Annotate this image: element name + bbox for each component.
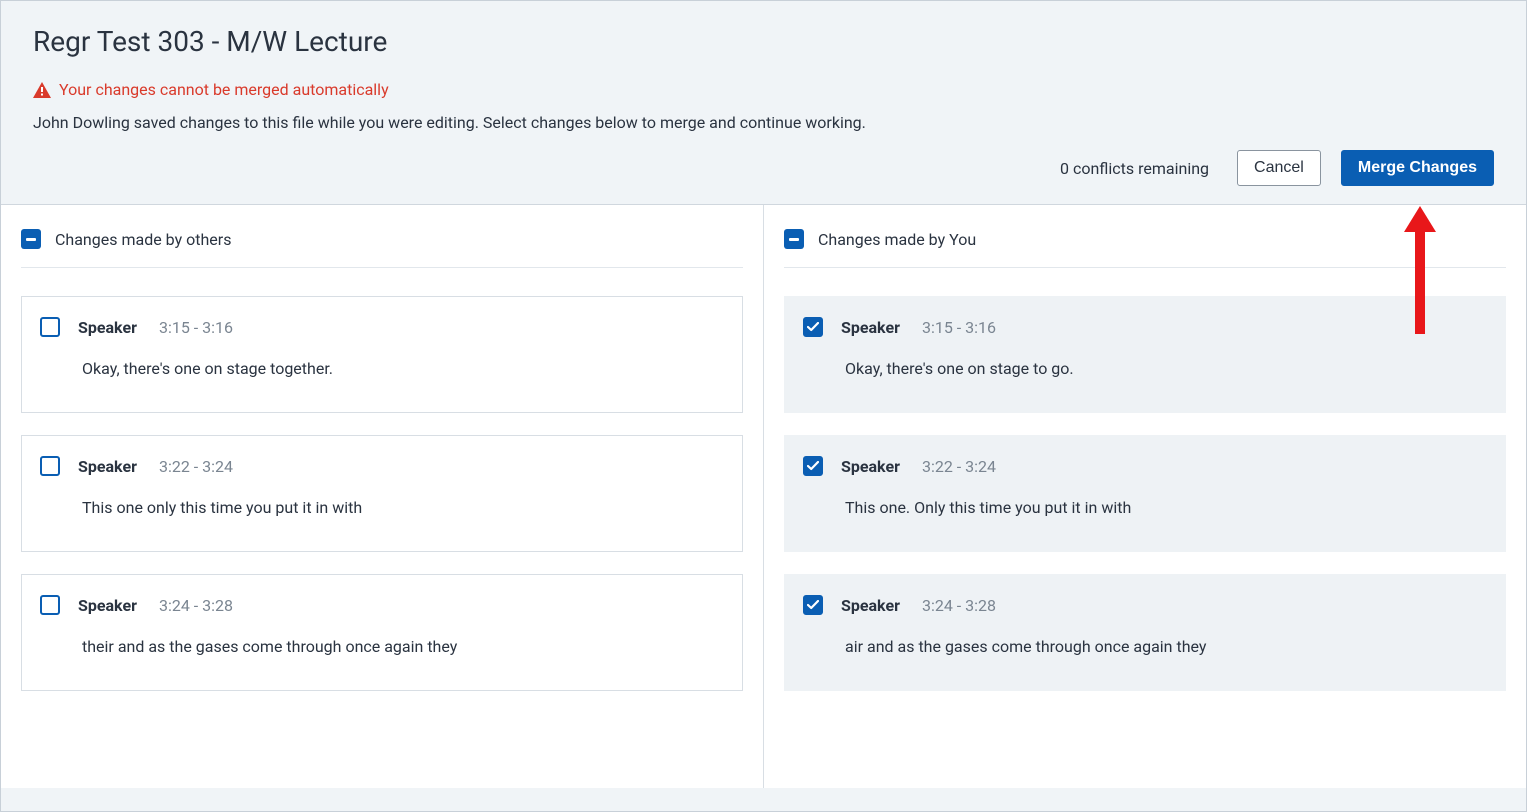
timestamp: 3:22 - 3:24	[922, 457, 996, 476]
timestamp: 3:15 - 3:16	[922, 318, 996, 337]
change-checkbox[interactable]	[803, 317, 823, 337]
change-checkbox[interactable]	[40, 595, 60, 615]
column-others-header: Changes made by others	[21, 229, 743, 268]
select-all-you-checkbox[interactable]	[784, 229, 804, 249]
select-all-others-checkbox[interactable]	[21, 229, 41, 249]
speaker-label: Speaker	[841, 318, 900, 337]
speaker-label: Speaker	[841, 596, 900, 615]
change-card: Speaker 3:22 - 3:24 This one. Only this …	[784, 435, 1506, 552]
column-others-title: Changes made by others	[55, 230, 231, 249]
speaker-label: Speaker	[78, 318, 137, 337]
merge-header: Regr Test 303 - M/W Lecture Your changes…	[1, 1, 1526, 204]
timestamp: 3:22 - 3:24	[159, 457, 233, 476]
timestamp: 3:24 - 3:28	[159, 596, 233, 615]
column-others: Changes made by others Speaker 3:15 - 3:…	[1, 205, 764, 788]
change-text: This one only this time you put it in wi…	[40, 498, 724, 517]
change-text: their and as the gases come through once…	[40, 637, 724, 656]
column-you-header: Changes made by You	[784, 229, 1506, 268]
page-title: Regr Test 303 - M/W Lecture	[33, 25, 1494, 58]
change-text: This one. Only this time you put it in w…	[803, 498, 1487, 517]
change-checkbox[interactable]	[40, 456, 60, 476]
change-text: air and as the gases come through once a…	[803, 637, 1487, 656]
change-card: Speaker 3:15 - 3:16 Okay, there's one on…	[21, 296, 743, 413]
column-you-title: Changes made by You	[818, 230, 976, 249]
change-card: Speaker 3:22 - 3:24 This one only this t…	[21, 435, 743, 552]
change-checkbox[interactable]	[803, 456, 823, 476]
change-card: Speaker 3:24 - 3:28 their and as the gas…	[21, 574, 743, 691]
action-row: 0 conflicts remaining Cancel Merge Chang…	[33, 150, 1494, 186]
warning-triangle-icon	[33, 82, 51, 98]
merge-changes-button[interactable]: Merge Changes	[1341, 150, 1494, 186]
speaker-label: Speaker	[78, 596, 137, 615]
speaker-label: Speaker	[841, 457, 900, 476]
change-card: Speaker 3:24 - 3:28 air and as the gases…	[784, 574, 1506, 691]
change-text: Okay, there's one on stage together.	[40, 359, 724, 378]
column-you: Changes made by You Speaker 3:15 - 3:16 …	[764, 205, 1526, 788]
merge-columns: Changes made by others Speaker 3:15 - 3:…	[1, 204, 1526, 788]
change-checkbox[interactable]	[803, 595, 823, 615]
speaker-label: Speaker	[78, 457, 137, 476]
warning-text: Your changes cannot be merged automatica…	[59, 80, 389, 99]
change-checkbox[interactable]	[40, 317, 60, 337]
cancel-button[interactable]: Cancel	[1237, 150, 1321, 186]
change-text: Okay, there's one on stage to go.	[803, 359, 1487, 378]
change-card: Speaker 3:15 - 3:16 Okay, there's one on…	[784, 296, 1506, 413]
conflicts-remaining: 0 conflicts remaining	[1060, 159, 1209, 178]
warning-banner: Your changes cannot be merged automatica…	[33, 80, 1494, 99]
info-text: John Dowling saved changes to this file …	[33, 113, 1494, 132]
timestamp: 3:15 - 3:16	[159, 318, 233, 337]
timestamp: 3:24 - 3:28	[922, 596, 996, 615]
